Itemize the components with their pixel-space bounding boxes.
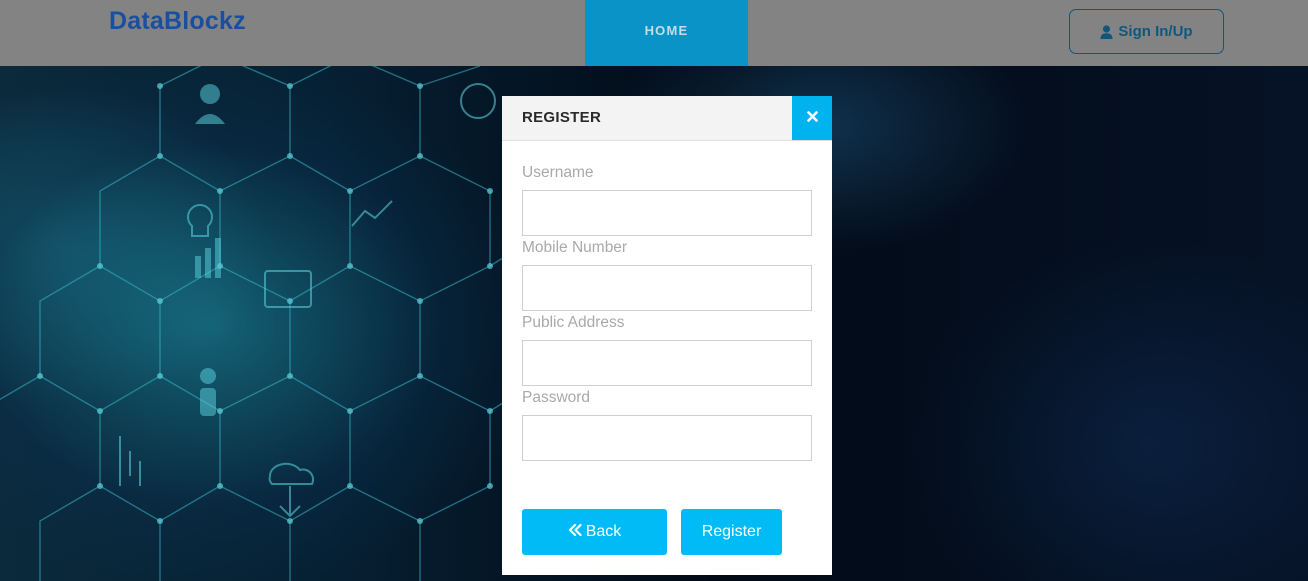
mobile-number-label: Mobile Number <box>522 239 628 256</box>
password-field[interactable] <box>522 415 812 461</box>
password-label: Password <box>522 389 591 406</box>
signin-button[interactable]: Sign In/Up <box>1069 9 1224 54</box>
double-chevron-left-icon <box>568 523 582 541</box>
username-label: Username <box>522 164 594 181</box>
username-field[interactable] <box>522 190 812 236</box>
close-button[interactable] <box>792 96 832 140</box>
close-icon <box>806 109 818 127</box>
modal-header: REGISTER <box>502 96 832 141</box>
public-address-label: Public Address <box>522 314 625 331</box>
register-button[interactable]: Register <box>681 509 782 555</box>
public-address-field[interactable] <box>522 340 812 386</box>
user-icon <box>1100 24 1113 39</box>
signin-label: Sign In/Up <box>1118 23 1193 40</box>
back-button[interactable]: Back <box>522 509 667 555</box>
mobile-number-field[interactable] <box>522 265 812 311</box>
nav-home-link[interactable]: HOME <box>585 0 748 66</box>
back-label: Back <box>585 523 622 540</box>
brand-logo[interactable]: DataBlockz <box>109 7 246 36</box>
top-navbar: DataBlockz HOME Sign In/Up <box>0 0 1308 66</box>
register-modal: REGISTER Username Mobile Number Public A… <box>502 96 832 575</box>
modal-title: REGISTER <box>522 109 602 126</box>
